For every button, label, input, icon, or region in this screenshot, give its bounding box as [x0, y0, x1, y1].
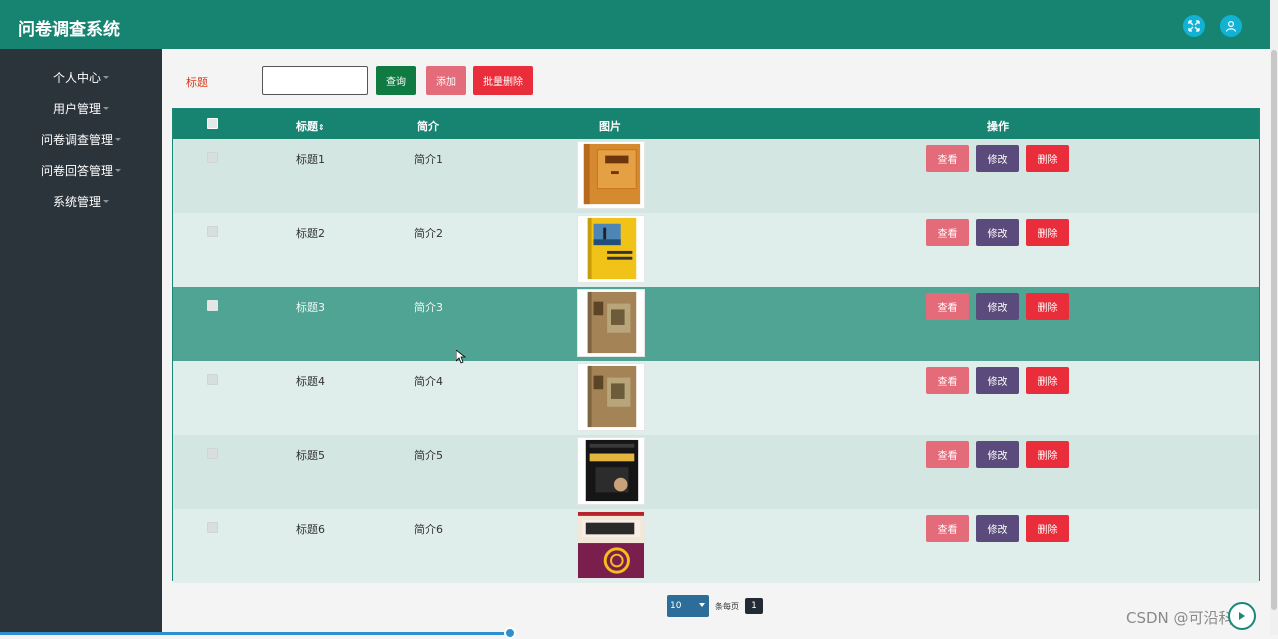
row-intro: 简介4 — [414, 375, 443, 388]
data-table: 标题⇕ 简介 图片 操作 标题1 简介1 查看 修改 删除 标题2 简介2 查看… — [172, 108, 1260, 583]
page-size-value: 10 — [670, 601, 682, 611]
sidebar-item-system-management[interactable]: 系统管理 — [0, 189, 162, 213]
row-intro: 简介6 — [414, 523, 443, 536]
page-size-suffix: 条每页 — [715, 602, 739, 611]
select-all-checkbox[interactable] — [207, 118, 218, 129]
chevron-down-icon — [115, 137, 121, 141]
sidebar-item-user-management[interactable]: 用户管理 — [0, 96, 162, 120]
chevron-down-icon — [103, 75, 109, 79]
view-button[interactable]: 查看 — [926, 293, 969, 320]
book-cover-image — [577, 215, 645, 283]
sidebar: 个人中心 用户管理 问卷调查管理 问卷回答管理 系统管理 — [0, 49, 162, 635]
book-cover-image — [577, 363, 645, 431]
book-cover-image — [577, 289, 645, 357]
row-title: 标题3 — [296, 301, 325, 314]
row-checkbox[interactable] — [207, 226, 218, 237]
table-row: 标题4 简介4 查看 修改 删除 — [173, 361, 1259, 435]
edit-button[interactable]: 修改 — [976, 293, 1019, 320]
table-row: 标题6 简介6 查看 修改 删除 — [173, 509, 1259, 583]
mouse-cursor-icon — [456, 350, 466, 364]
page-scrollbar[interactable] — [1270, 0, 1278, 635]
book-cover-image — [577, 437, 645, 505]
app-title: 问卷调查系统 — [18, 20, 120, 40]
corner-float-button[interactable] — [1228, 602, 1256, 630]
edit-button[interactable]: 修改 — [976, 145, 1019, 172]
row-checkbox[interactable] — [207, 300, 218, 311]
table-row: 标题1 简介1 查看 修改 删除 — [173, 139, 1259, 213]
table-header: 标题⇕ 简介 图片 操作 — [173, 109, 1259, 139]
sidebar-item-label: 问卷回答管理 — [40, 163, 113, 178]
row-title: 标题2 — [296, 227, 325, 240]
row-intro: 简介5 — [414, 449, 443, 462]
row-title: 标题6 — [296, 523, 325, 536]
chevron-down-icon — [103, 106, 109, 110]
delete-button[interactable]: 删除 — [1026, 441, 1069, 468]
progress-handle[interactable] — [504, 627, 516, 639]
row-checkbox[interactable] — [207, 522, 218, 533]
chevron-down-icon — [699, 603, 705, 607]
row-checkbox[interactable] — [207, 374, 218, 385]
row-title: 标题1 — [296, 153, 325, 166]
sidebar-item-label: 用户管理 — [52, 101, 101, 116]
search-label: 标题 — [186, 76, 208, 89]
column-header-image: 图片 — [599, 120, 621, 133]
sidebar-item-label: 问卷调查管理 — [40, 132, 113, 147]
delete-button[interactable]: 删除 — [1026, 219, 1069, 246]
column-header-actions: 操作 — [987, 120, 1009, 133]
table-row: 标题3 简介3 查看 修改 删除 — [173, 287, 1259, 361]
table-row: 标题5 简介5 查看 修改 删除 — [173, 435, 1259, 509]
row-intro: 简介2 — [414, 227, 443, 240]
edit-button[interactable]: 修改 — [976, 441, 1019, 468]
page-size-select[interactable]: 10 — [667, 595, 709, 617]
chevron-down-icon — [115, 168, 121, 172]
view-button[interactable]: 查看 — [926, 145, 969, 172]
row-intro: 简介3 — [414, 301, 443, 314]
row-checkbox[interactable] — [207, 152, 218, 163]
book-cover-image — [577, 141, 645, 209]
view-button[interactable]: 查看 — [926, 515, 969, 542]
row-checkbox[interactable] — [207, 448, 218, 459]
sidebar-item-survey-management[interactable]: 问卷调查管理 — [0, 127, 162, 151]
sidebar-item-answer-management[interactable]: 问卷回答管理 — [0, 158, 162, 182]
scrollbar-thumb[interactable] — [1271, 50, 1277, 610]
user-icon[interactable] — [1220, 15, 1242, 37]
title-search-input[interactable] — [262, 66, 368, 95]
view-button[interactable]: 查看 — [926, 219, 969, 246]
row-intro: 简介1 — [414, 153, 443, 166]
edit-button[interactable]: 修改 — [976, 219, 1019, 246]
chevron-down-icon — [103, 199, 109, 203]
bulk-delete-button[interactable]: 批量删除 — [473, 66, 533, 95]
table-row: 标题2 简介2 查看 修改 删除 — [173, 213, 1259, 287]
delete-button[interactable]: 删除 — [1026, 145, 1069, 172]
query-button[interactable]: 查询 — [376, 66, 416, 95]
column-header-intro: 简介 — [417, 120, 439, 133]
sidebar-item-personal-center[interactable]: 个人中心 — [0, 65, 162, 89]
sort-icon[interactable]: ⇕ — [318, 123, 325, 132]
top-bar: 问卷调查系统 — [0, 0, 1270, 49]
add-button[interactable]: 添加 — [426, 66, 466, 95]
sidebar-item-label: 个人中心 — [52, 70, 101, 85]
page-number-button[interactable]: 1 — [745, 598, 763, 614]
edit-button[interactable]: 修改 — [976, 367, 1019, 394]
delete-button[interactable]: 删除 — [1026, 293, 1069, 320]
column-header-title[interactable]: 标题⇕ — [296, 118, 325, 134]
delete-button[interactable]: 删除 — [1026, 367, 1069, 394]
row-title: 标题5 — [296, 449, 325, 462]
sidebar-item-label: 系统管理 — [52, 194, 101, 209]
edit-button[interactable]: 修改 — [976, 515, 1019, 542]
fullscreen-icon[interactable] — [1183, 15, 1205, 37]
book-cover-image — [577, 511, 645, 579]
row-title: 标题4 — [296, 375, 325, 388]
view-button[interactable]: 查看 — [926, 367, 969, 394]
view-button[interactable]: 查看 — [926, 441, 969, 468]
delete-button[interactable]: 删除 — [1026, 515, 1069, 542]
